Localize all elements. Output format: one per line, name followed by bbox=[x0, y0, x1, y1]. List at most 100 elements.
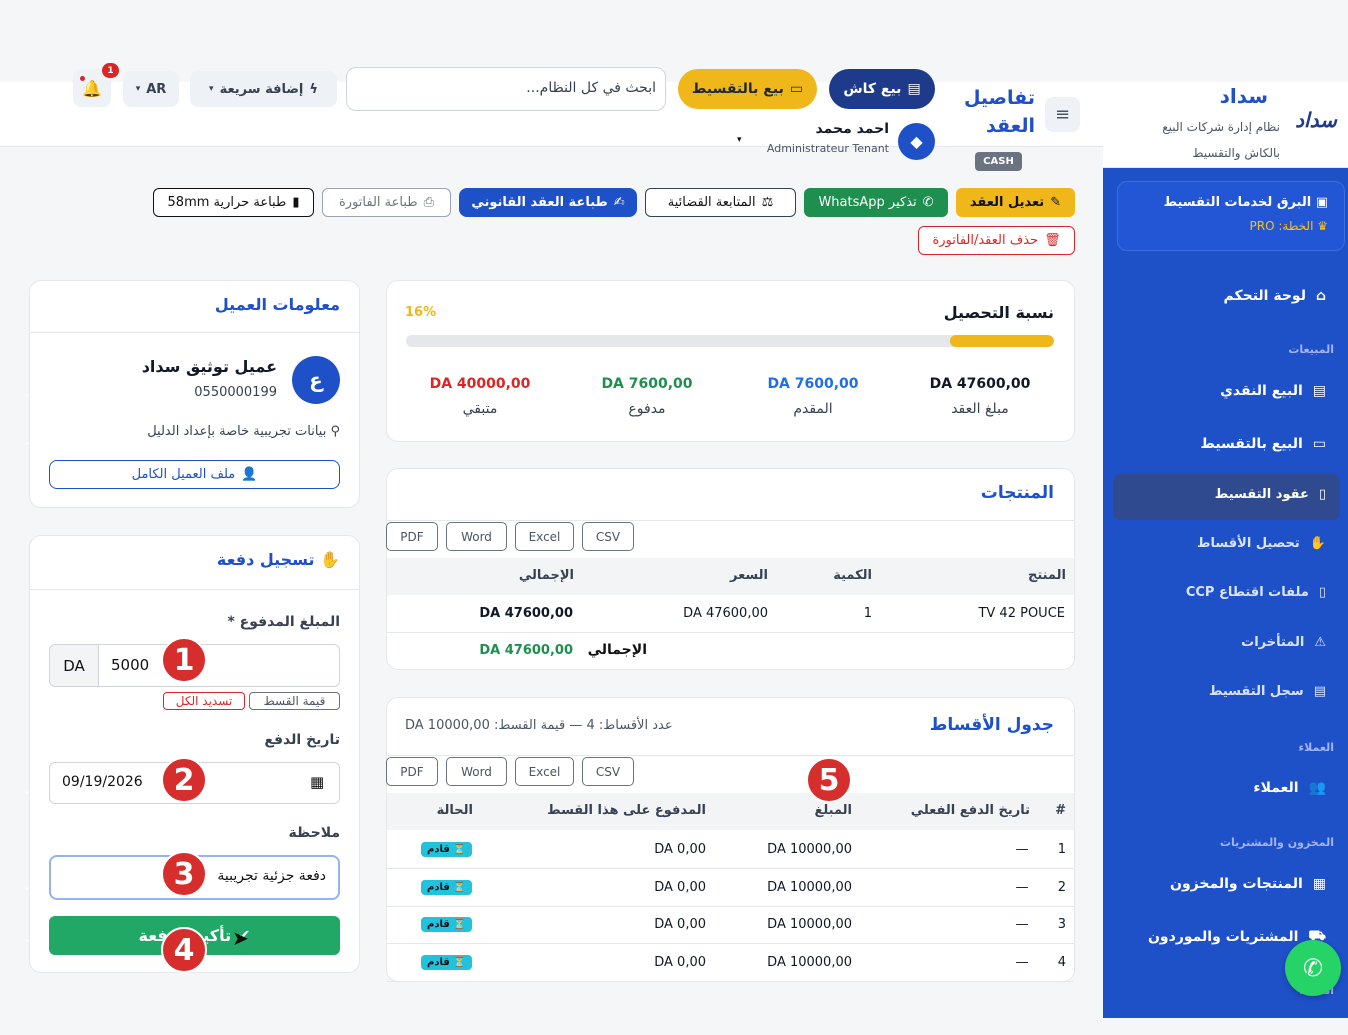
export-excel-button[interactable]: Excel bbox=[515, 522, 574, 551]
whatsapp-icon: ✆ bbox=[1302, 954, 1324, 982]
sidebar-item-dashboard[interactable]: ⌂ لوحة التحكم bbox=[1224, 288, 1327, 304]
installment-actual-date: — bbox=[1015, 917, 1029, 932]
export-pdf-button[interactable]: PDF bbox=[386, 757, 438, 786]
installment-paid: DA 0,00 bbox=[654, 842, 706, 857]
quick-add-button[interactable]: ϟ إضافة سريعة ▾ bbox=[190, 71, 337, 107]
sidebar-item-cash-sale[interactable]: ▤ البيع النقدي bbox=[1220, 383, 1326, 399]
building-icon: ▣ bbox=[1311, 195, 1328, 210]
tenant-card[interactable] bbox=[1117, 181, 1345, 251]
installment-actual-date: — bbox=[1015, 955, 1029, 970]
status-badge: ⏳ قادم bbox=[421, 880, 472, 895]
sidebar-item-label: المنتجات والمخزون bbox=[1170, 876, 1303, 892]
sidebar-item-collect[interactable]: ✋ تحصيل الأقساط bbox=[1197, 536, 1326, 551]
brand-name: سداد bbox=[1219, 84, 1268, 108]
export-word-button[interactable]: Word bbox=[446, 757, 507, 786]
divider bbox=[30, 589, 359, 590]
print-invoice-button[interactable]: ⎙ طباعة الفاتورة bbox=[322, 188, 451, 217]
divider bbox=[387, 520, 1074, 521]
sidebar-item-clients[interactable]: 👥 العملاء bbox=[1253, 780, 1326, 796]
contract-amount-label: مبلغ العقد bbox=[951, 401, 1009, 417]
client-title: معلومات العميل bbox=[214, 295, 340, 314]
sidebar-section-sales: المبيعات bbox=[1288, 343, 1334, 356]
sidebar-item-ccp[interactable]: ▯ ملفات اقتطاع CCP bbox=[1186, 585, 1326, 600]
user-avatar[interactable]: ◆ bbox=[898, 123, 935, 160]
installment-amount: DA 10000,00 bbox=[767, 842, 852, 857]
file-export-icon: ▯ bbox=[1318, 585, 1326, 600]
client-profile-button[interactable]: 👤 ملف العميل الكامل bbox=[49, 460, 340, 489]
collection-progress-fill bbox=[950, 335, 1054, 347]
col-actual-date: تاريخ الدفع الفعلي bbox=[910, 803, 1030, 818]
delete-contract-button[interactable]: 🗑 حذف العقد/الفاتورة bbox=[918, 226, 1075, 255]
user-menu-caret-icon[interactable]: ▾ bbox=[737, 135, 742, 145]
client-address-text: بيانات تجريبية خاصة بإعداد الدليل bbox=[147, 424, 327, 439]
notification-count: 1 bbox=[102, 63, 119, 78]
credit-card-icon: ▭ bbox=[1312, 436, 1326, 452]
sidebar-item-products[interactable]: ▦ المنتجات والمخزون bbox=[1170, 876, 1326, 892]
plan-text: الخطة: PRO bbox=[1249, 219, 1314, 233]
status-badge: ⏳ قادم bbox=[421, 842, 472, 857]
installment-value-button[interactable]: قيمة القسط bbox=[249, 692, 340, 710]
export-pdf-button[interactable]: PDF bbox=[386, 522, 438, 551]
export-excel-button[interactable]: Excel bbox=[515, 757, 574, 786]
plan-label: ♛ الخطة: PRO bbox=[1250, 219, 1328, 233]
receipt-icon: ▮ bbox=[292, 195, 300, 210]
export-word-button[interactable]: Word bbox=[446, 522, 507, 551]
products-total-value: DA 47600,00 bbox=[479, 643, 573, 658]
col-total: الإجمالي bbox=[518, 568, 574, 583]
delete-label: حذف العقد/الفاتورة bbox=[932, 233, 1039, 248]
schedule-summary: عدد الأقساط: 4 — قيمة القسط: DA 10000,00 bbox=[405, 718, 673, 733]
print-thermal-button[interactable]: ▮ طباعة حرارية 58mm bbox=[153, 188, 314, 217]
paid-value: DA 7600,00 bbox=[601, 376, 693, 392]
advance-value: DA 7600,00 bbox=[767, 376, 859, 392]
installment-amount: DA 10000,00 bbox=[767, 917, 852, 932]
file-signature-icon: ✍ bbox=[613, 195, 625, 210]
cash-sale-button[interactable]: ▤ بيع كاش bbox=[829, 69, 935, 109]
sidebar-item-label: تحصيل الأقساط bbox=[1197, 536, 1300, 551]
sidebar-item-late[interactable]: ⚠ المتأخرات bbox=[1241, 635, 1326, 650]
tenant-label: البرق لخدمات التقسيط bbox=[1163, 195, 1312, 210]
step-marker-1: 1 bbox=[161, 637, 207, 683]
product-name: TV 42 POUCE bbox=[978, 606, 1065, 621]
users-icon: 👥 bbox=[1308, 780, 1326, 796]
col-product: المنتج bbox=[1027, 568, 1066, 583]
client-profile-label: ملف العميل الكامل bbox=[131, 467, 236, 482]
whatsapp-float-button[interactable]: ✆ bbox=[1285, 940, 1341, 996]
credit-card-icon: ▭ bbox=[789, 81, 804, 97]
export-csv-button[interactable]: CSV bbox=[582, 522, 634, 551]
print-legal-contract-button[interactable]: ✍ طباعة العقد القانوني bbox=[459, 188, 637, 217]
paid-label: مدفوع bbox=[628, 401, 666, 417]
cash-sale-label: بيع كاش bbox=[843, 81, 902, 97]
tenant-name: ▣ البرق لخدمات التقسيط bbox=[1164, 195, 1328, 210]
crown-icon: ♛ bbox=[1313, 219, 1328, 233]
installment-actual-date: — bbox=[1015, 842, 1029, 857]
language-select[interactable]: AR ▾ bbox=[123, 71, 179, 107]
col-quantity: الكمية bbox=[833, 568, 872, 583]
print-invoice-label: طباعة الفاتورة bbox=[338, 195, 418, 210]
print-legal-label: طباعة العقد القانوني bbox=[471, 195, 608, 210]
pay-all-button[interactable]: تسديد الكل bbox=[163, 692, 245, 710]
sidebar-item-log[interactable]: ▤ سجل التقسيط bbox=[1209, 684, 1326, 699]
menu-toggle-button[interactable]: ≡ bbox=[1045, 97, 1080, 132]
legal-followup-button[interactable]: ⚖ المتابعة القضائية bbox=[645, 188, 796, 217]
sidebar-item-label: البيع بالتقسيط bbox=[1200, 436, 1303, 452]
sidebar-item-installment-sale[interactable]: ▭ البيع بالتقسيط bbox=[1200, 436, 1326, 452]
installment-sale-button[interactable]: ▭ بيع بالتقسيط bbox=[678, 69, 817, 109]
whatsapp-reminder-button[interactable]: ✆ تذكير WhatsApp bbox=[804, 188, 948, 217]
currency-addon: DA bbox=[49, 644, 99, 687]
collection-title: نسبة التحصيل bbox=[943, 303, 1054, 322]
warning-icon: ⚠ bbox=[1314, 635, 1326, 650]
edit-contract-button[interactable]: ✎ تعديل العقد bbox=[956, 188, 1075, 217]
pencil-icon: ✎ bbox=[1050, 195, 1062, 210]
status-badge: ⏳ قادم bbox=[421, 955, 472, 970]
sidebar-item-label: المتأخرات bbox=[1241, 635, 1305, 650]
col-status: الحالة bbox=[436, 803, 473, 818]
calendar-icon[interactable]: ▦ bbox=[310, 773, 324, 791]
sidebar-item-label: سجل التقسيط bbox=[1208, 684, 1304, 699]
export-csv-button[interactable]: CSV bbox=[582, 757, 634, 786]
scale-icon: ⚖ bbox=[761, 195, 774, 210]
sidebar-section-clients: العملاء bbox=[1298, 741, 1334, 754]
cash-register-icon: ▤ bbox=[1312, 383, 1326, 399]
page-title: تفاصيل العقد bbox=[963, 87, 1035, 137]
bolt-icon: ϟ bbox=[309, 81, 318, 97]
hand-money-icon: ✋ bbox=[314, 550, 340, 569]
